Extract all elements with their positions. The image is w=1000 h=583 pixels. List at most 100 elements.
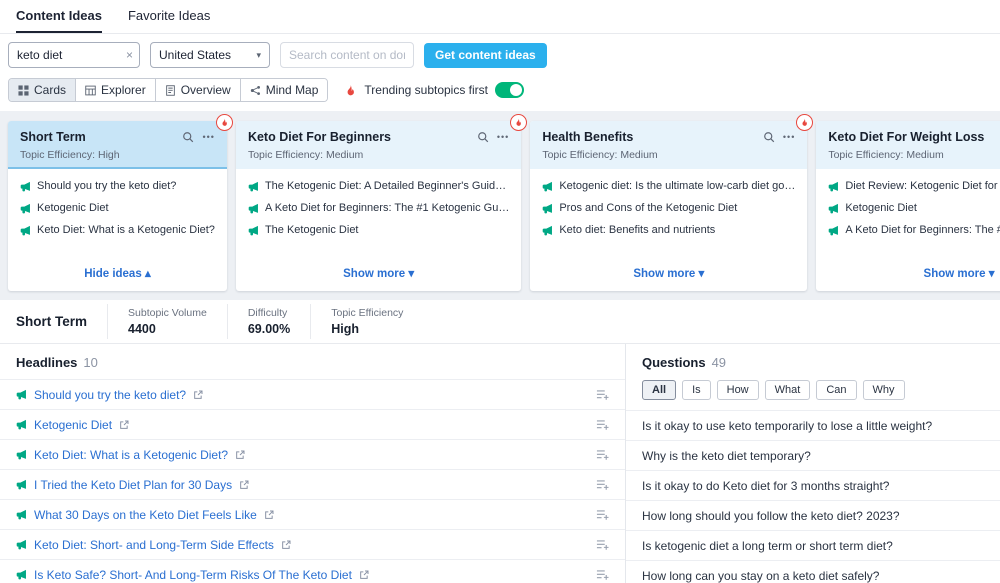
headline-row: Should you try the keto diet?: [0, 379, 625, 409]
headlines-header: Headlines10: [0, 344, 625, 379]
tab-favorite-ideas[interactable]: Favorite Ideas: [128, 0, 210, 33]
headline-row: What 30 Days on the Keto Diet Feels Like: [0, 499, 625, 529]
card-search-icon[interactable]: [763, 131, 775, 143]
card-menu-icon[interactable]: •••: [497, 133, 509, 142]
view-mindmap[interactable]: Mind Map: [241, 79, 328, 101]
card-menu-icon[interactable]: •••: [783, 133, 795, 142]
subtopic-card-short-term[interactable]: Short Term ••• Topic Efficiency: High Sh…: [8, 121, 227, 291]
view-options-row: Cards Explorer Overview Mind Map Trendin…: [0, 76, 1000, 111]
country-select[interactable]: United States ▾: [150, 42, 270, 68]
add-to-list-icon[interactable]: [596, 448, 609, 461]
view-overview[interactable]: Overview: [156, 79, 241, 101]
idea-text: The Ketogenic Diet: A Detailed Beginner'…: [265, 180, 506, 192]
external-link-icon[interactable]: [193, 390, 203, 400]
filter-why[interactable]: Why: [863, 380, 905, 400]
add-to-list-icon[interactable]: [596, 478, 609, 491]
filter-can[interactable]: Can: [816, 380, 856, 400]
add-to-list-icon[interactable]: [596, 388, 609, 401]
question-row[interactable]: Why is the keto diet temporary?: [626, 440, 1000, 470]
filter-what[interactable]: What: [765, 380, 811, 400]
clear-keyword-icon[interactable]: ×: [126, 49, 133, 61]
idea-item: Keto diet: Benefits and nutrients: [542, 224, 795, 236]
headline-row: Keto Diet: What is a Ketogenic Diet?: [0, 439, 625, 469]
headlines-panel: Headlines10 Should you try the keto diet…: [0, 344, 626, 583]
subtopic-card-keto-diet-for-beginners[interactable]: Keto Diet For Beginners ••• Topic Effici…: [236, 121, 521, 291]
add-to-list-icon[interactable]: [596, 508, 609, 521]
trending-toggle[interactable]: [495, 82, 524, 98]
megaphone-icon: [248, 181, 259, 192]
stat-difficulty: Difficulty 69.00%: [227, 304, 310, 339]
mindmap-icon: [250, 85, 261, 96]
headline-link[interactable]: What 30 Days on the Keto Diet Feels Like: [34, 508, 257, 522]
add-to-list-icon[interactable]: [596, 538, 609, 551]
filter-how[interactable]: How: [717, 380, 759, 400]
headline-link[interactable]: Is Keto Safe? Short- And Long-Term Risks…: [34, 568, 352, 582]
tab-content-ideas[interactable]: Content Ideas: [16, 0, 102, 33]
subtopic-card-health-benefits[interactable]: Health Benefits ••• Topic Efficiency: Me…: [530, 121, 807, 291]
trending-flame-badge: [796, 114, 813, 131]
search-bar: × United States ▾ Get content ideas: [0, 34, 1000, 76]
card-ideas: Should you try the keto diet? Ketogenic …: [8, 169, 227, 259]
question-row[interactable]: How long should you follow the keto diet…: [626, 500, 1000, 530]
question-row[interactable]: Is it okay to do Keto diet for 3 months …: [626, 470, 1000, 500]
idea-text: Ketogenic Diet: [37, 202, 109, 214]
caret-down-icon: ▾: [989, 268, 995, 280]
stat-subtopic-volume: Subtopic Volume 4400: [107, 304, 227, 339]
subtopic-card-keto-diet-for-weight-loss[interactable]: Keto Diet For Weight Loss ••• Topic Effi…: [816, 121, 1000, 291]
megaphone-icon: [16, 389, 27, 400]
external-link-icon[interactable]: [264, 510, 274, 520]
question-filters: All Is How What Can Why: [626, 379, 1000, 410]
idea-item: Ketogenic diet: Is the ultimate low-carb…: [542, 180, 795, 192]
idea-item: A Keto Diet for Beginners: The #1 Ketoge…: [248, 202, 509, 214]
external-link-icon[interactable]: [281, 540, 291, 550]
megaphone-icon: [16, 479, 27, 490]
card-search-icon[interactable]: [477, 131, 489, 143]
idea-text: Ketogenic diet: Is the ultimate low-carb…: [559, 180, 795, 192]
filter-is[interactable]: Is: [682, 380, 711, 400]
external-link-icon[interactable]: [235, 450, 245, 460]
keyword-input[interactable]: [8, 42, 140, 68]
headline-link[interactable]: Keto Diet: Short- and Long-Term Side Eff…: [34, 538, 274, 552]
megaphone-icon: [542, 203, 553, 214]
headline-link[interactable]: I Tried the Keto Diet Plan for 30 Days: [34, 478, 232, 492]
external-link-icon[interactable]: [239, 480, 249, 490]
idea-text: The Ketogenic Diet: [265, 224, 359, 236]
selected-subtopic-bar: Short Term Subtopic Volume 4400 Difficul…: [0, 300, 1000, 344]
card-search-icon[interactable]: [182, 131, 194, 143]
view-explorer[interactable]: Explorer: [76, 79, 156, 101]
card-ideas: Ketogenic diet: Is the ultimate low-carb…: [530, 169, 807, 259]
question-row[interactable]: Is ketogenic diet a long term or short t…: [626, 530, 1000, 560]
caret-down-icon: ▾: [699, 268, 705, 280]
add-to-list-icon[interactable]: [596, 418, 609, 431]
questions-count: 49: [712, 355, 726, 370]
card-efficiency: Topic Efficiency: Medium: [542, 149, 795, 161]
question-row[interactable]: How long can you stay on a keto diet saf…: [626, 560, 1000, 583]
get-content-ideas-button[interactable]: Get content ideas: [424, 43, 547, 68]
card-menu-icon[interactable]: •••: [202, 133, 214, 142]
external-link-icon[interactable]: [359, 570, 369, 580]
hide-ideas-link[interactable]: Hide ideas ▴: [84, 268, 151, 280]
card-ideas: Diet Review: Ketogenic Diet for Weight L…: [816, 169, 1000, 259]
idea-text: Keto diet: Benefits and nutrients: [559, 224, 715, 236]
headline-link[interactable]: Should you try the keto diet?: [34, 388, 186, 402]
headline-link[interactable]: Keto Diet: What is a Ketogenic Diet?: [34, 448, 228, 462]
idea-item: A Keto Diet for Beginners: The #1 Ketoge…: [828, 224, 1000, 236]
domain-input[interactable]: [280, 42, 414, 68]
card-title: Health Benefits: [542, 130, 763, 144]
view-cards[interactable]: Cards: [9, 79, 76, 101]
headline-link[interactable]: Ketogenic Diet: [34, 418, 112, 432]
keyword-input-wrap: ×: [8, 42, 140, 68]
add-to-list-icon[interactable]: [596, 568, 609, 581]
show-more-link[interactable]: Show more ▾: [343, 268, 414, 280]
show-more-link[interactable]: Show more ▾: [633, 268, 704, 280]
card-ideas: The Ketogenic Diet: A Detailed Beginner'…: [236, 169, 521, 259]
caret-up-icon: ▴: [145, 268, 151, 280]
show-more-link[interactable]: Show more ▾: [924, 268, 995, 280]
filter-all[interactable]: All: [642, 380, 676, 400]
chevron-down-icon: ▾: [256, 50, 261, 61]
question-row[interactable]: Is it okay to use keto temporarily to lo…: [626, 410, 1000, 440]
card-header: Keto Diet For Beginners ••• Topic Effici…: [236, 121, 521, 169]
idea-text: A Keto Diet for Beginners: The #1 Ketoge…: [265, 202, 509, 214]
card-efficiency: Topic Efficiency: Medium: [248, 149, 509, 161]
external-link-icon[interactable]: [119, 420, 129, 430]
